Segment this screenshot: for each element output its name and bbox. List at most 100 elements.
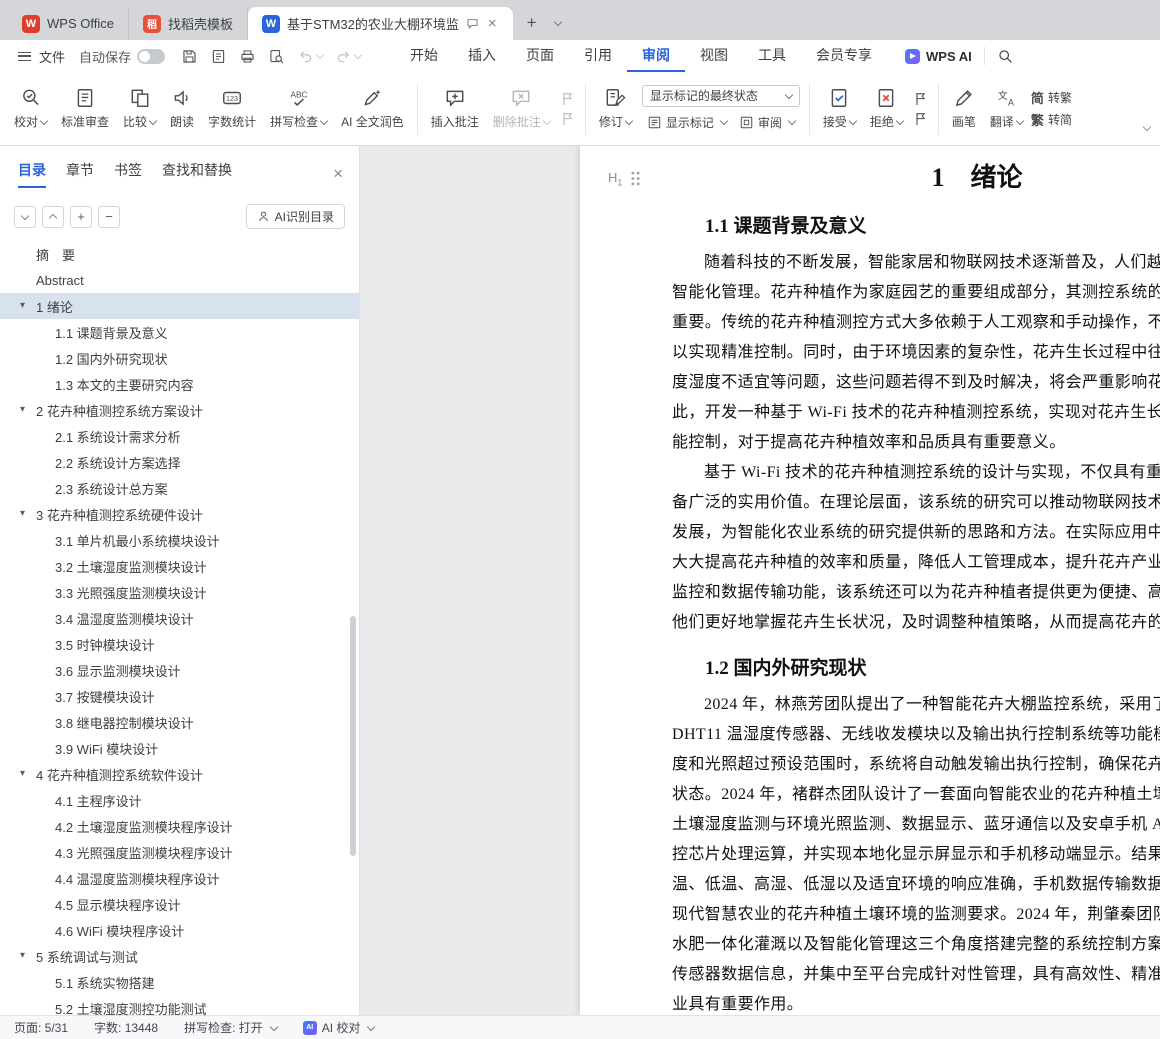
track-changes-button[interactable]: 修订 — [593, 83, 638, 134]
toc-item[interactable]: ▾ 1 绪论 — [0, 293, 359, 319]
close-pane-icon[interactable]: × — [333, 164, 343, 184]
redo-dropdown-icon[interactable] — [353, 50, 363, 60]
close-tab-icon[interactable]: × — [486, 15, 499, 32]
new-tab-button[interactable]: + — [519, 10, 545, 36]
toc-item[interactable]: 3.1 单片机最小系统模块设计 — [0, 527, 359, 553]
ai-proofread-indicator[interactable]: AI AI 校对 — [302, 1019, 376, 1036]
expand-triangle-icon[interactable]: ▾ — [20, 404, 25, 415]
ai-recognize-toc-button[interactable]: AI识别目录 — [245, 204, 345, 229]
markup-state-select[interactable]: 显示标记的最终状态 — [641, 84, 800, 107]
menu-tab-reference[interactable]: 引用 — [569, 40, 627, 72]
word-count-indicator[interactable]: 字数: 13448 — [94, 1019, 158, 1036]
ai-polish-button[interactable]: AI 全文润色 — [335, 83, 410, 134]
translate-button[interactable]: 文A 翻译 — [984, 83, 1029, 134]
redo-button[interactable] — [335, 48, 363, 65]
file-menu-button[interactable]: 文件 — [10, 40, 73, 72]
wps-ai-button[interactable]: WPS AI — [905, 40, 972, 72]
reject-button[interactable]: 拒绝 — [864, 83, 909, 134]
toc-item[interactable]: 3.5 时钟模块设计 — [0, 631, 359, 657]
menu-tab-member[interactable]: 会员专享 — [801, 40, 887, 72]
menu-tab-view[interactable]: 视图 — [685, 40, 743, 72]
panel-tab-chapter[interactable]: 章节 — [66, 160, 94, 188]
proofread-button[interactable]: 校对 — [8, 83, 53, 134]
toc-item[interactable]: Abstract — [0, 267, 359, 293]
to-simplified-button[interactable]: 繁 转简 — [1031, 110, 1072, 129]
zoom-out-outline-button[interactable]: − — [98, 205, 120, 228]
review-menu-button[interactable]: 审阅 — [734, 112, 800, 133]
read-aloud-button[interactable]: 朗读 — [164, 83, 200, 134]
toc-item[interactable]: 3.3 光照强度监测模块设计 — [0, 579, 359, 605]
compare-button[interactable]: 比较 — [117, 83, 162, 134]
undo-button[interactable] — [297, 48, 325, 65]
toc-item[interactable]: 2.2 系统设计方案选择 — [0, 449, 359, 475]
page-indicator[interactable]: 页面: 5/31 — [14, 1019, 68, 1036]
spellcheck-indicator[interactable]: 拼写检查: 打开 — [184, 1019, 278, 1036]
export-pdf-button[interactable] — [210, 48, 227, 65]
accept-button[interactable]: 接受 — [817, 83, 862, 134]
tab-docer-templates[interactable]: 稻 找稻壳模板 — [129, 7, 248, 40]
expand-triangle-icon[interactable]: ▾ — [20, 300, 25, 311]
tab-wps-office[interactable]: W WPS Office — [8, 7, 129, 40]
menu-tab-insert[interactable]: 插入 — [453, 40, 511, 72]
toc-item[interactable]: 2.3 系统设计总方案 — [0, 475, 359, 501]
sidebar-scrollbar[interactable] — [350, 616, 356, 856]
toc-item[interactable]: 4.5 显示模块程序设计 — [0, 891, 359, 917]
previous-change-button[interactable] — [913, 91, 929, 107]
toc-item[interactable]: 3.4 温湿度监测模块设计 — [0, 605, 359, 631]
toc-item[interactable]: 4.1 主程序设计 — [0, 787, 359, 813]
document-page[interactable]: H1 1 绪论 1.1 课题背景及意义 随着科技的不断发展，智能家居和物联网技术逐… — [580, 146, 1160, 1015]
toc-item[interactable]: 5.2 土壤湿度测控功能测试 — [0, 995, 359, 1021]
toc-item[interactable]: ▾ 2 花卉种植测控系统方案设计 — [0, 397, 359, 423]
word-count-button[interactable]: 123 字数统计 — [202, 83, 262, 134]
toc-item[interactable]: 3.7 按键模块设计 — [0, 683, 359, 709]
zoom-in-outline-button[interactable]: + — [70, 205, 92, 228]
print-button[interactable] — [239, 48, 256, 65]
expand-all-button[interactable] — [14, 205, 36, 228]
toc-item[interactable]: 3.9 WiFi 模块设计 — [0, 735, 359, 761]
print-preview-button[interactable] — [268, 48, 285, 65]
toc-item[interactable]: ▾ 4 花卉种植测控系统软件设计 — [0, 761, 359, 787]
toc-item[interactable]: 2.1 系统设计需求分析 — [0, 423, 359, 449]
toc-item[interactable]: 3.6 显示监测模块设计 — [0, 657, 359, 683]
toc-item[interactable]: ▾ 5 系统调试与测试 — [0, 943, 359, 969]
toc-item[interactable]: 4.6 WiFi 模块程序设计 — [0, 917, 359, 943]
expand-triangle-icon[interactable]: ▾ — [20, 768, 25, 779]
toc-item[interactable]: 4.3 光照强度监测模块程序设计 — [0, 839, 359, 865]
toc-item[interactable]: 1.2 国内外研究现状 — [0, 345, 359, 371]
insert-comment-button[interactable]: 插入批注 — [425, 83, 485, 134]
collapse-all-button[interactable] — [42, 205, 64, 228]
expand-triangle-icon[interactable]: ▾ — [20, 508, 25, 519]
next-change-button[interactable] — [913, 111, 929, 127]
menu-tab-tools[interactable]: 工具 — [743, 40, 801, 72]
panel-tab-find-replace[interactable]: 查找和替换 — [162, 160, 232, 188]
toc-item[interactable]: ▾ 3 花卉种植测控系统硬件设计 — [0, 501, 359, 527]
toc-item[interactable]: 1.1 课题背景及意义 — [0, 319, 359, 345]
standard-review-button[interactable]: 标准审查 — [55, 83, 115, 134]
save-button[interactable] — [181, 48, 198, 65]
tab-document[interactable]: W 基于STM32的农业大棚环境监 × — [247, 7, 513, 40]
previous-comment-button[interactable] — [560, 91, 576, 107]
search-button[interactable] — [997, 40, 1014, 72]
show-markup-button[interactable]: 显示标记 — [642, 112, 732, 133]
pen-button[interactable]: 画笔 — [946, 83, 982, 134]
panel-tab-bookmark[interactable]: 书签 — [114, 160, 142, 188]
next-comment-button[interactable] — [560, 111, 576, 127]
menu-tab-home[interactable]: 开始 — [395, 40, 453, 72]
tab-list-dropdown-icon[interactable] — [547, 10, 567, 36]
collapse-ribbon-icon[interactable] — [1141, 119, 1152, 137]
drag-handle-icon[interactable] — [630, 171, 641, 186]
document-canvas[interactable]: H1 1 绪论 1.1 课题背景及意义 随着科技的不断发展，智能家居和物联网技术逐… — [360, 146, 1160, 1015]
toc-item[interactable]: 3.8 继电器控制模块设计 — [0, 709, 359, 735]
toc-item[interactable]: 4.4 温湿度监测模块程序设计 — [0, 865, 359, 891]
toc-item[interactable]: 4.2 土壤湿度监测模块程序设计 — [0, 813, 359, 839]
menu-tab-review[interactable]: 审阅 — [627, 40, 686, 72]
menu-tab-page[interactable]: 页面 — [511, 40, 569, 72]
delete-comment-button[interactable]: 删除批注 — [487, 83, 556, 134]
toc-item[interactable]: 5.1 系统实物搭建 — [0, 969, 359, 995]
to-traditional-button[interactable]: 简 转繁 — [1031, 88, 1072, 107]
panel-tab-toc[interactable]: 目录 — [18, 160, 46, 188]
spell-check-button[interactable]: ABC 拼写检查 — [264, 83, 333, 134]
expand-triangle-icon[interactable]: ▾ — [20, 950, 25, 961]
autosave-toggle[interactable] — [137, 48, 166, 64]
toc-item[interactable]: 摘 要 — [0, 241, 359, 267]
